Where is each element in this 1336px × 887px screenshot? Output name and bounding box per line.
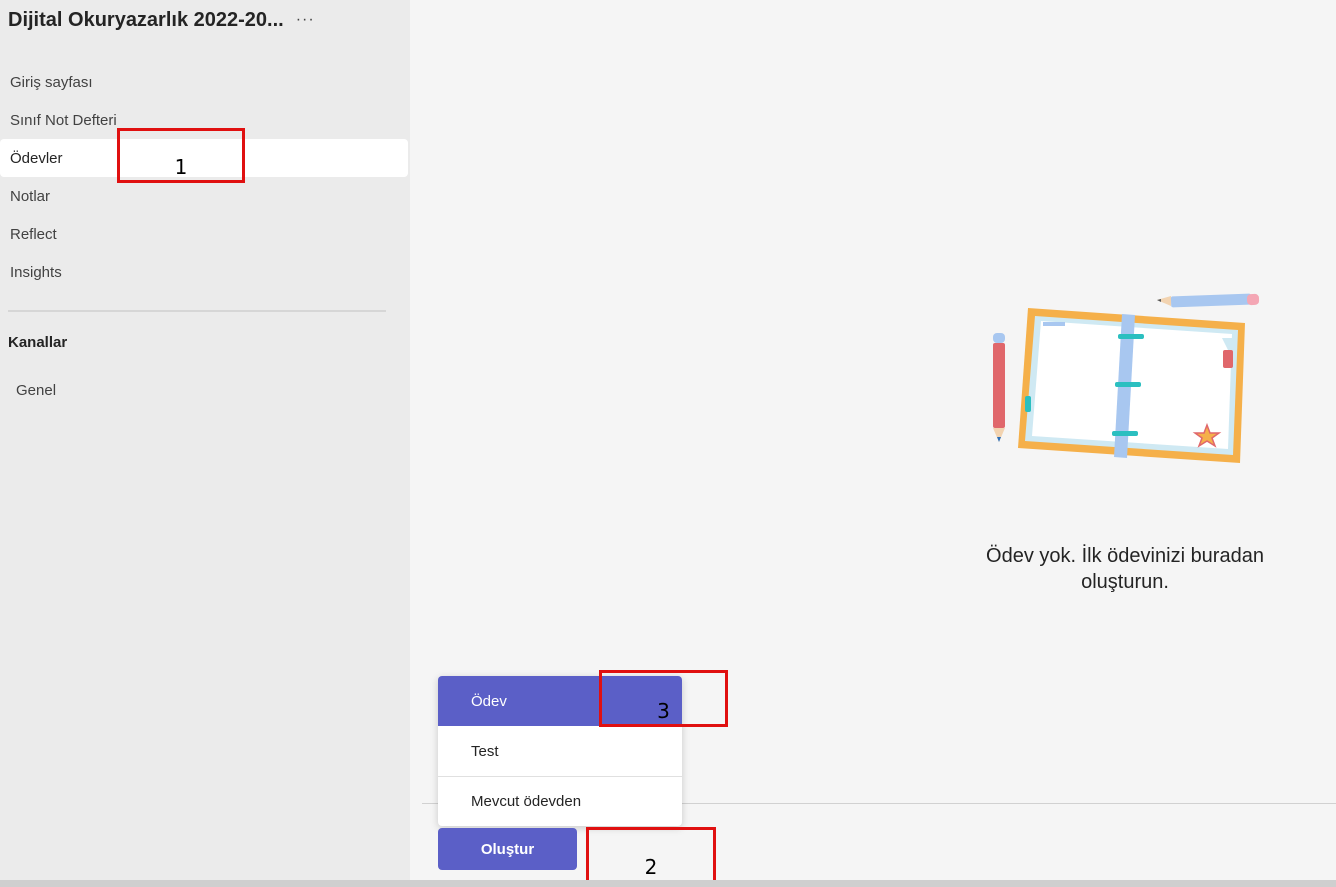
create-button[interactable]: Oluştur <box>438 828 577 870</box>
bottom-strip <box>0 880 1336 887</box>
empty-message-line2: oluşturun. <box>1081 571 1169 593</box>
pencil-icon <box>1157 293 1260 308</box>
callout-2: 2 <box>586 827 716 883</box>
menu-item-mevcut-odevden[interactable]: Mevcut ödevden <box>438 776 682 826</box>
sidebar-divider <box>8 310 386 312</box>
menu-item-test[interactable]: Test <box>438 726 682 776</box>
empty-assignments-illustration <box>993 293 1260 463</box>
red-pencil-icon <box>993 333 1005 442</box>
sidebar-item-giris-sayfasi[interactable]: Giriş sayfası <box>0 63 408 101</box>
callout-1: 1 <box>117 128 245 183</box>
empty-message-line1: Ödev yok. İlk ödevinizi buradan <box>986 545 1264 567</box>
empty-state-message: Ödev yok. İlk ödevinizi buradan oluşturu… <box>930 543 1320 595</box>
channels-heading: Kanallar <box>8 334 68 351</box>
team-name[interactable]: Dijital Okuryazarlık 2022-20... <box>8 9 284 32</box>
more-options-icon[interactable]: ··· <box>296 11 315 29</box>
sidebar-item-insights[interactable]: Insights <box>0 253 408 291</box>
sidebar-item-reflect[interactable]: Reflect <box>0 215 408 253</box>
callout-3: 3 <box>599 670 728 727</box>
channel-item-genel[interactable]: Genel <box>0 371 408 409</box>
team-header: Dijital Okuryazarlık 2022-20... ··· <box>8 4 408 36</box>
